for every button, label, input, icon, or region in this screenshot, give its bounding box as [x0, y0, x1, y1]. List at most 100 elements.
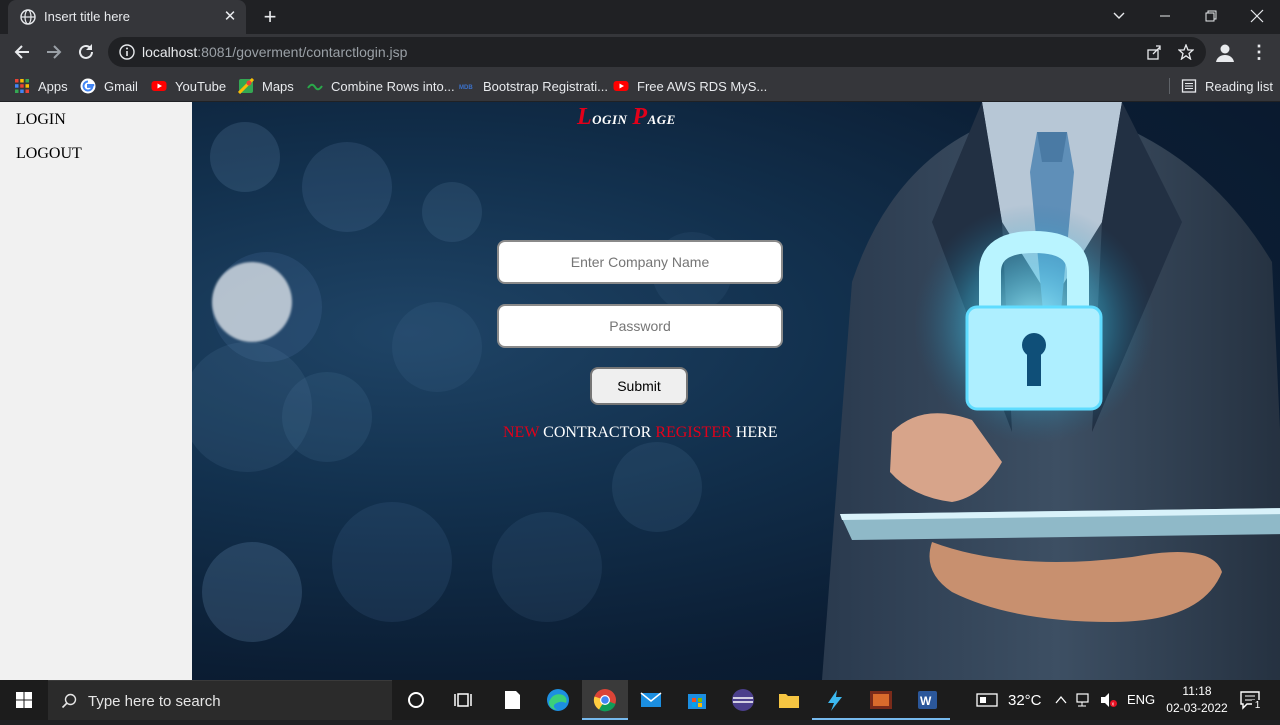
start-button[interactable]	[0, 680, 48, 720]
new-tab-button[interactable]: +	[258, 5, 282, 29]
cortana-circle-icon	[408, 692, 424, 708]
network-icon[interactable]	[1076, 692, 1094, 708]
file-explorer-button[interactable]	[766, 680, 812, 720]
edge-browser-button[interactable]	[535, 680, 581, 720]
restore-window-button[interactable]	[1188, 0, 1234, 32]
bookmarks-bar: Apps Gmail YouTube Maps Combine Rows int…	[0, 70, 1280, 102]
sidebar-nav: LOGIN LOGOUT	[0, 102, 192, 680]
bookmark-youtube[interactable]: YouTube	[151, 76, 226, 96]
bokeh-light	[612, 442, 702, 532]
share-icon[interactable]	[1146, 44, 1162, 60]
bookmark-combine-rows[interactable]: Combine Rows into...	[307, 76, 455, 96]
businessman-lock-illustration	[822, 102, 1280, 680]
bokeh-light	[302, 142, 392, 232]
close-window-button[interactable]	[1234, 0, 1280, 32]
register-link[interactable]: NEW CONTRACTOR REGISTER HERE	[503, 424, 778, 442]
store-icon	[688, 694, 706, 709]
clock[interactable]: 11:18 02-03-2022	[1161, 683, 1233, 719]
tab-title: Insert title here	[44, 9, 130, 24]
notification-center-button[interactable]: 1	[1238, 688, 1263, 712]
sidebar-item-logout[interactable]: LOGOUT	[16, 145, 82, 163]
chevron-up-icon[interactable]	[1054, 693, 1068, 707]
bokeh-light	[202, 542, 302, 642]
bokeh-light	[210, 122, 280, 192]
google-icon	[80, 78, 96, 94]
chrome-browser-button[interactable]	[582, 680, 628, 720]
file-app-button[interactable]	[489, 680, 535, 720]
address-bar[interactable]: localhost:8081/goverment/contarctlogin.j…	[108, 37, 1206, 67]
lightning-app-button[interactable]	[812, 680, 858, 720]
company-name-input[interactable]	[497, 240, 783, 284]
weather-icon[interactable]	[976, 692, 998, 708]
reading-list-icon	[1181, 79, 1197, 93]
bookmark-label: Bootstrap Registrati...	[483, 78, 608, 94]
bookmark-bootstrap[interactable]: MDB Bootstrap Registrati...	[459, 76, 608, 96]
bookmark-maps[interactable]: Maps	[238, 76, 294, 96]
mdb-icon: MDB	[459, 85, 473, 91]
password-input[interactable]	[497, 304, 783, 348]
browser-toolbar: localhost:8081/goverment/contarctlogin.j…	[0, 34, 1280, 70]
svg-text:W: W	[920, 694, 932, 708]
language-indicator[interactable]: ENG	[1127, 692, 1155, 707]
edge-icon	[547, 689, 569, 711]
mail-app-button[interactable]	[628, 680, 674, 720]
word-app-button[interactable]: W	[904, 680, 950, 720]
sidebar-item-login[interactable]: LOGIN	[16, 111, 66, 129]
title-word: ogin	[592, 108, 628, 128]
register-word: HERE	[735, 424, 778, 441]
bokeh-light	[392, 302, 482, 392]
reload-icon[interactable]	[72, 38, 100, 66]
minimize-window-button[interactable]	[1142, 0, 1188, 32]
bokeh-light	[422, 182, 482, 242]
register-word: NEW	[503, 424, 540, 441]
bookmark-gmail[interactable]: Gmail	[80, 76, 138, 96]
bookmark-apps[interactable]: Apps	[14, 76, 68, 96]
mail-icon	[640, 692, 662, 707]
task-view-button[interactable]	[440, 680, 486, 720]
volume-muted-icon[interactable]: x	[1100, 692, 1118, 708]
bookmark-label: YouTube	[175, 78, 227, 94]
taskbar-search-box[interactable]: Type here to search	[48, 680, 392, 720]
notification-count: 1	[1252, 700, 1263, 712]
clock-date: 02-03-2022	[1166, 701, 1228, 715]
eclipse-app-button[interactable]	[720, 680, 766, 720]
browser-tab[interactable]: Insert title here ✕	[8, 0, 246, 34]
register-word: REGISTER	[655, 424, 732, 441]
word-icon: W	[918, 691, 937, 709]
tab-close-icon[interactable]: ✕	[220, 7, 240, 27]
game-icon	[870, 691, 892, 709]
submit-button[interactable]: Submit	[590, 367, 688, 405]
store-app-button[interactable]	[674, 680, 720, 720]
reading-list-label: Reading list	[1205, 78, 1273, 94]
bookmarks-divider	[1169, 78, 1170, 94]
site-info-icon[interactable]	[119, 44, 135, 60]
bookmark-label: Maps	[262, 78, 294, 94]
url-host: localhost	[142, 44, 198, 60]
title-word: age	[647, 108, 676, 128]
url-path: :8081/goverment/contarctlogin.jsp	[197, 44, 408, 60]
profile-avatar-icon[interactable]	[1214, 42, 1236, 64]
forward-arrow-icon[interactable]	[40, 38, 68, 66]
bookmark-aws-rds[interactable]: Free AWS RDS MyS...	[613, 76, 767, 96]
bookmark-star-icon[interactable]	[1178, 44, 1194, 60]
svg-text:MDB: MDB	[459, 85, 473, 91]
maps-icon	[238, 78, 254, 94]
back-arrow-icon[interactable]	[8, 38, 36, 66]
url-text[interactable]: localhost:8081/goverment/contarctlogin.j…	[142, 44, 407, 60]
register-word: CONTRACTOR	[543, 424, 652, 441]
temperature-label[interactable]: 32°C	[1008, 692, 1042, 709]
search-icon	[61, 693, 77, 709]
tab-search-chevron-icon[interactable]	[1096, 0, 1142, 32]
windows-logo-icon	[16, 692, 32, 708]
search-placeholder: Type here to search	[88, 693, 221, 710]
game-app-button[interactable]	[858, 680, 904, 720]
bookmark-label: Apps	[38, 78, 68, 94]
page-title: Login Page	[577, 104, 927, 131]
cortana-button[interactable]	[393, 680, 439, 720]
bokeh-light	[212, 262, 292, 342]
browser-menu-icon[interactable]: ⋮	[1250, 40, 1268, 64]
folder-icon	[779, 694, 799, 708]
eclipse-icon	[732, 689, 754, 711]
reading-list-button[interactable]: Reading list	[1181, 76, 1273, 96]
bokeh-light	[332, 502, 452, 622]
